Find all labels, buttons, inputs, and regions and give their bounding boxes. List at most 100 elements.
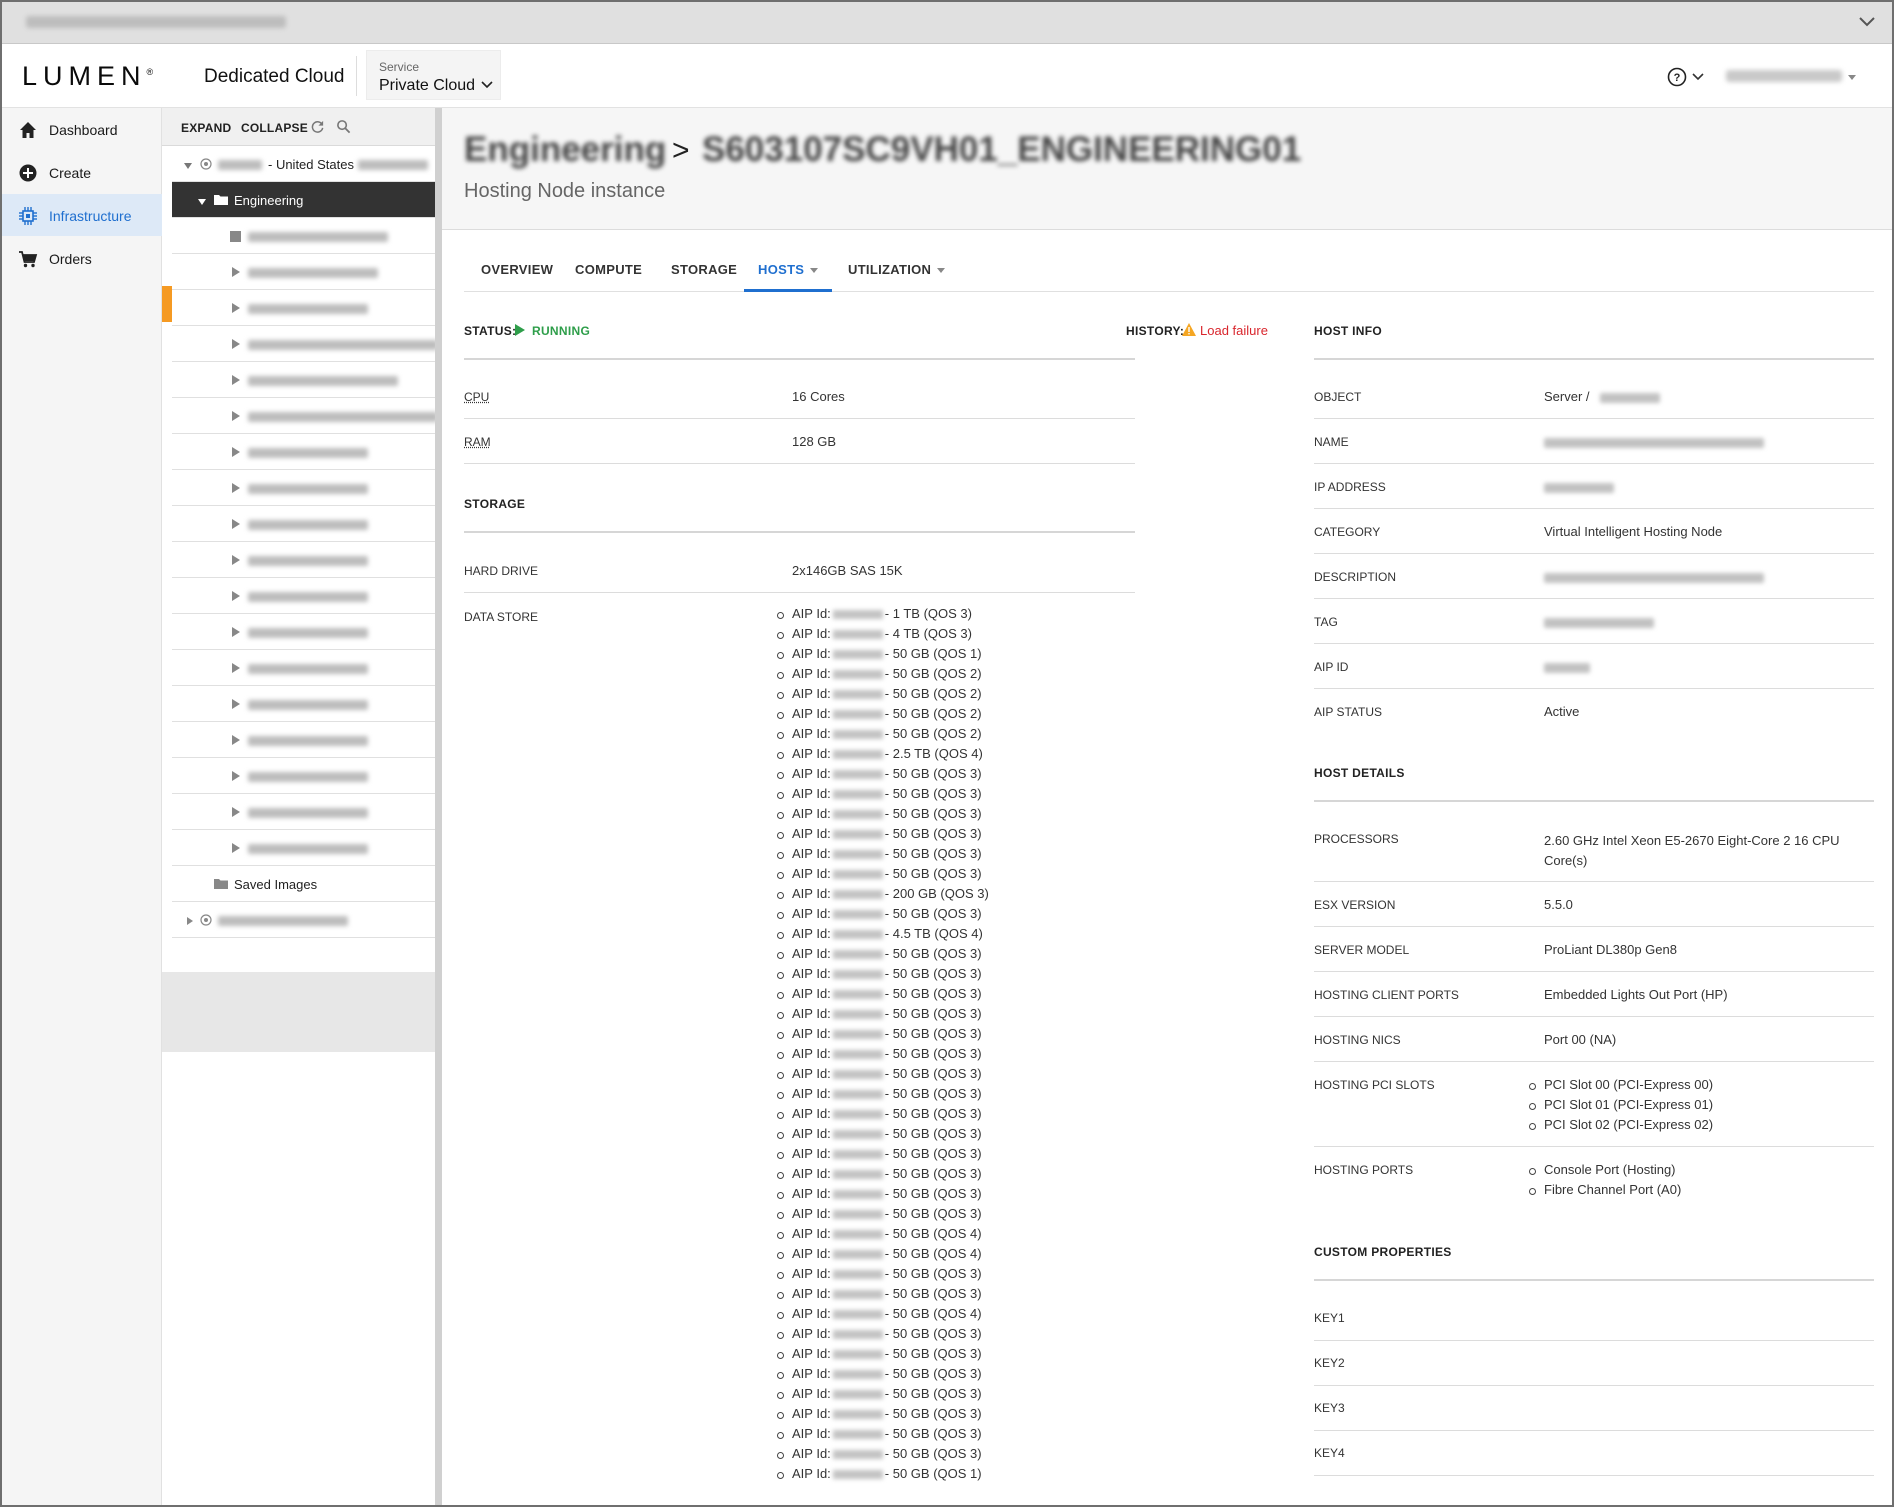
divider (1314, 553, 1874, 554)
tab-overview[interactable]: OVERVIEW (481, 262, 553, 277)
aip-prefix: AIP Id: (792, 1206, 831, 1221)
tree-node-vm[interactable] (172, 542, 442, 578)
caret-down-icon[interactable] (1847, 73, 1857, 81)
host-details-heading: HOST DETAILS (1314, 766, 1405, 780)
divider (1314, 1430, 1874, 1431)
tree-node-vm[interactable] (172, 830, 442, 866)
vm-name-redacted (248, 232, 388, 242)
custom-key-label: KEY4 (1314, 1446, 1345, 1460)
lumen-logo[interactable]: LUMEN® (22, 61, 153, 92)
nav-item-create[interactable]: Create (2, 151, 162, 193)
tree-node-vm[interactable] (172, 686, 442, 722)
help-icon[interactable]: ? (1666, 66, 1688, 88)
service-value: Private Cloud (379, 77, 476, 94)
play-triangle-icon[interactable] (232, 591, 240, 601)
caret-down-icon (810, 268, 819, 274)
tree-node-vm[interactable] (172, 794, 442, 830)
divider (1314, 1475, 1874, 1476)
play-triangle-icon[interactable] (232, 267, 240, 277)
tree-node-vm[interactable] (172, 326, 442, 362)
play-triangle-icon[interactable] (232, 771, 240, 781)
data-store-item: AIP Id: - 50 GB (QOS 3) (772, 1086, 1072, 1106)
caret-down-icon[interactable] (198, 197, 206, 207)
tree-node-vm[interactable] (172, 362, 442, 398)
hosting-ports-label: HOSTING PORTS (1314, 1163, 1414, 1177)
tree-node-vm[interactable] (172, 290, 442, 326)
tab-utilization[interactable]: UTILIZATION (848, 262, 946, 277)
hard-drive-value: 2x146GB SAS 15K (792, 563, 903, 578)
caret-down-icon[interactable] (184, 161, 192, 171)
data-store-item: AIP Id: - 50 GB (QOS 3) (772, 1346, 1072, 1366)
aip-size: - 50 GB (QOS 3) (884, 1286, 982, 1301)
caret-right-icon[interactable] (186, 916, 194, 926)
tab-compute[interactable]: COMPUTE (575, 262, 642, 277)
play-triangle-icon[interactable] (232, 663, 240, 673)
nav-item-infrastructure[interactable]: Infrastructure (2, 194, 162, 236)
aip-size: - 50 GB (QOS 3) (884, 966, 982, 981)
nav-item-dashboard[interactable]: Dashboard (2, 108, 162, 150)
tab-label: HOSTS (758, 262, 805, 277)
aip-id-redacted (832, 1090, 883, 1100)
play-triangle-icon[interactable] (232, 843, 240, 853)
tree-node-engineering[interactable]: Engineering (172, 182, 442, 218)
tree-node-vm[interactable] (172, 434, 442, 470)
aip-id-redacted (832, 1250, 883, 1260)
tree-node-vm[interactable] (172, 398, 442, 434)
tree-node-vm[interactable] (172, 758, 442, 794)
user-name-redacted[interactable] (1726, 70, 1842, 82)
custom-key-label: KEY2 (1314, 1356, 1345, 1370)
tree-node-saved-images[interactable]: Saved Images (172, 866, 442, 902)
ip-address-label: IP ADDRESS (1314, 480, 1386, 494)
aip-id-redacted (832, 1110, 883, 1120)
category-label: CATEGORY (1314, 525, 1381, 539)
aip-id-redacted (832, 670, 883, 680)
processors-label: PROCESSORS (1314, 832, 1399, 846)
tree-node-vm[interactable] (172, 218, 442, 254)
tab-hosts[interactable]: HOSTS (758, 262, 819, 277)
nav-item-orders[interactable]: Orders (2, 237, 162, 279)
play-triangle-icon[interactable] (232, 555, 240, 565)
divider (464, 358, 1135, 360)
tree-node-location[interactable] (172, 902, 442, 938)
tree-node-location[interactable]: - United States (172, 146, 442, 182)
divider (1314, 1340, 1874, 1341)
play-triangle-icon[interactable] (232, 519, 240, 529)
play-triangle-icon[interactable] (232, 339, 240, 349)
aip-prefix: AIP Id: (792, 1306, 831, 1321)
tree-node-vm[interactable] (172, 614, 442, 650)
divider (1314, 643, 1874, 644)
play-triangle-icon[interactable] (232, 375, 240, 385)
aip-size: - 50 GB (QOS 3) (884, 1066, 982, 1081)
divider (464, 463, 1135, 464)
aip-size: - 50 GB (QOS 3) (884, 906, 982, 921)
chevron-down-icon[interactable] (1856, 11, 1878, 33)
search-icon[interactable] (336, 119, 351, 134)
tree-node-vm[interactable] (172, 470, 442, 506)
folder-label: Saved Images (234, 877, 318, 892)
chevron-down-icon[interactable] (1692, 72, 1704, 82)
tree-scrollbar[interactable] (435, 108, 442, 1505)
tree-node-vm[interactable] (172, 722, 442, 758)
play-triangle-icon[interactable] (232, 807, 240, 817)
collapse-button[interactable]: COLLAPSE (241, 121, 308, 135)
port-item: Fibre Channel Port (A0) (1524, 1182, 1681, 1197)
tree-node-vm[interactable] (172, 506, 442, 542)
history-load-failure-link[interactable]: Load failure (1200, 323, 1268, 338)
tab-storage[interactable]: STORAGE (671, 262, 737, 277)
play-triangle-icon[interactable] (232, 411, 240, 421)
play-triangle-icon[interactable] (232, 303, 240, 313)
play-triangle-icon[interactable] (232, 735, 240, 745)
tree-node-vm[interactable] (172, 254, 442, 290)
expand-button[interactable]: EXPAND (181, 121, 231, 135)
play-triangle-icon[interactable] (232, 447, 240, 457)
divider (1314, 508, 1874, 509)
play-triangle-icon[interactable] (232, 627, 240, 637)
detail-panel: Engineering > S603107SC9VH01_ENGINEERING… (442, 108, 1892, 1505)
play-triangle-icon[interactable] (232, 483, 240, 493)
service-selector[interactable]: Service Private Cloud (366, 50, 501, 100)
refresh-icon[interactable] (310, 119, 325, 134)
tree-node-vm[interactable] (172, 578, 442, 614)
play-triangle-icon[interactable] (232, 699, 240, 709)
tree-node-vm[interactable] (172, 650, 442, 686)
divider (1314, 926, 1874, 927)
